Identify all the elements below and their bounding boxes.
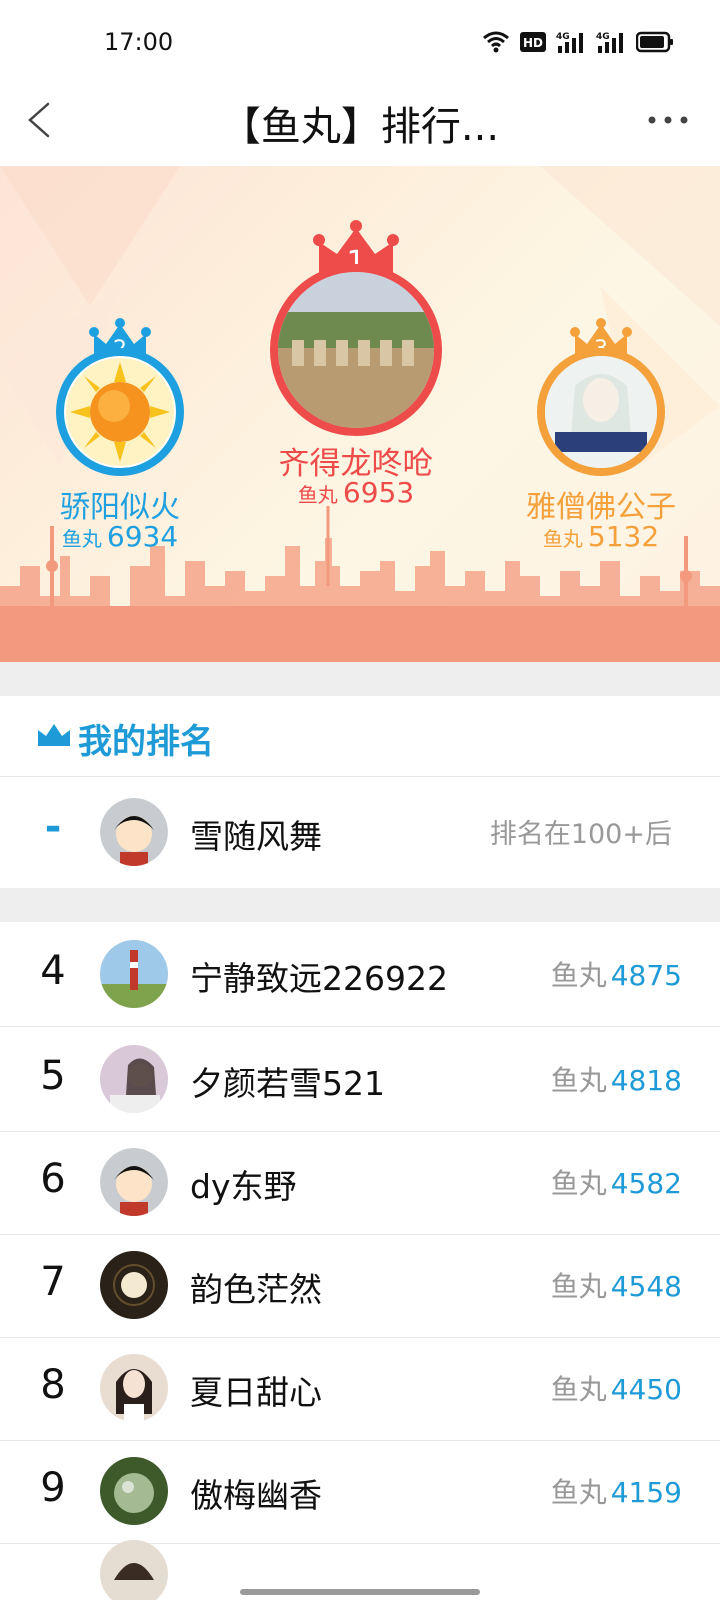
partial-avatar-image	[100, 1540, 168, 1600]
avatar[interactable]	[270, 264, 442, 436]
my-rank-row[interactable]: - 雪随风舞 排名在100+后	[0, 776, 720, 888]
sun-avatar-image	[66, 358, 174, 466]
score: 鱼丸 4159	[551, 1471, 682, 1511]
user-name: 夕颜若雪521	[190, 1064, 385, 1103]
score: 鱼丸 4582	[551, 1162, 682, 1202]
section-divider	[0, 662, 720, 696]
user-name: 雪随风舞	[190, 817, 322, 856]
svg-text:4G: 4G	[556, 32, 570, 42]
user-name: dy东野	[190, 1167, 297, 1206]
score-unit: 鱼丸	[542, 527, 583, 551]
rank-number: 5	[40, 1053, 66, 1099]
list-item[interactable]: 5 夕颜若雪521 鱼丸 4818	[0, 1027, 720, 1132]
score-value: 4548	[610, 1270, 682, 1303]
avatar[interactable]	[100, 1354, 168, 1422]
avatar[interactable]	[100, 940, 168, 1008]
score-value: 4159	[610, 1476, 682, 1509]
rank-number: -	[44, 804, 62, 850]
cartoon-avatar-image	[100, 798, 168, 866]
wifi-icon	[483, 31, 509, 53]
podium-rank-2[interactable]: 2 骄阳似火 鱼丸 6934	[48, 318, 192, 558]
more-button[interactable]	[640, 102, 696, 138]
hd-icon: HD	[520, 32, 546, 52]
rank-number: 4	[40, 948, 66, 994]
score-unit: 鱼丸	[297, 483, 338, 507]
score-value: 4450	[610, 1373, 682, 1406]
user-name: 韵色茫然	[190, 1270, 322, 1309]
my-rank-header: 我的排名	[0, 696, 720, 777]
avatar[interactable]	[100, 1148, 168, 1216]
avatar[interactable]	[100, 1457, 168, 1525]
score-value: 5132	[587, 520, 660, 553]
score-unit: 鱼丸	[550, 1270, 607, 1303]
page-title: 【鱼丸】排行...	[220, 104, 500, 150]
svg-text:4G: 4G	[596, 32, 610, 42]
user-name: 宁静致远226922	[190, 959, 448, 998]
avatar[interactable]	[537, 348, 665, 476]
svg-text:HD: HD	[523, 36, 543, 50]
battery-icon	[636, 31, 673, 53]
status-bar: 17:00 HD 4G 4G	[0, 0, 720, 90]
avatar[interactable]	[100, 1045, 168, 1113]
signal-4g-icon: 4G	[556, 32, 583, 53]
rank-number: 7	[40, 1259, 66, 1305]
status-time: 17:00	[104, 28, 174, 56]
list-item[interactable]: 6 dy东野 鱼丸 4582	[0, 1130, 720, 1235]
sketch-avatar-image	[545, 356, 657, 468]
home-indicator[interactable]	[240, 1589, 480, 1595]
score-unit: 鱼丸	[550, 1167, 607, 1200]
status-icons: HD 4G 4G	[482, 30, 674, 54]
more-icon	[648, 116, 688, 124]
score-unit: 鱼丸	[61, 527, 102, 551]
section-divider	[0, 888, 720, 922]
user-name: 夏日甜心	[190, 1373, 322, 1412]
score-value: 6953	[342, 476, 415, 509]
score-unit: 鱼丸	[550, 1373, 607, 1406]
score: 鱼丸 4875	[551, 954, 682, 994]
girl-avatar-image	[100, 1045, 168, 1113]
crown-icon	[38, 724, 70, 746]
rank-number: 6	[40, 1156, 66, 1202]
list-item[interactable]: 8 夏日甜心 鱼丸 4450	[0, 1336, 720, 1441]
avatar[interactable]	[100, 1540, 168, 1600]
list-item[interactable]: 9 傲梅幽香 鱼丸 4159	[0, 1439, 720, 1544]
score: 鱼丸 4548	[551, 1265, 682, 1305]
cartoon-avatar-image	[100, 1148, 168, 1216]
top-three-banner: 2 骄阳似火 鱼丸 6934 1	[0, 166, 720, 662]
user-name: 傲梅幽香	[190, 1476, 322, 1515]
winner-score: 鱼丸 5132	[506, 520, 696, 553]
moon-avatar-image	[100, 1251, 168, 1319]
avatar[interactable]	[100, 1251, 168, 1319]
score-value: 4875	[610, 959, 682, 992]
lighthouse-avatar-image	[100, 940, 168, 1008]
my-rank-title: 我的排名	[78, 722, 214, 762]
score-unit: 鱼丸	[550, 959, 607, 992]
score-value: 4582	[610, 1167, 682, 1200]
list-item[interactable]: 7 韵色茫然 鱼丸 4548	[0, 1233, 720, 1338]
avatar[interactable]	[56, 348, 184, 476]
rank-number: 9	[40, 1465, 66, 1511]
avatar[interactable]	[100, 798, 168, 866]
podium-rank-1[interactable]: 1 齐得龙咚呛 鱼丸 6953	[256, 220, 456, 510]
title-bar: 【鱼丸】排行...	[0, 80, 720, 166]
score: 鱼丸 4818	[551, 1059, 682, 1099]
glass-orb-avatar-image	[100, 1457, 168, 1525]
signal-4g-icon: 4G	[596, 32, 623, 53]
woman-avatar-image	[100, 1354, 168, 1422]
statues-avatar-image	[278, 272, 434, 428]
winner-score: 鱼丸 6934	[48, 520, 192, 553]
score: 鱼丸 4450	[551, 1368, 682, 1408]
score-unit: 鱼丸	[550, 1064, 607, 1097]
rank-number: 8	[40, 1362, 66, 1408]
rank-status: 排名在100+后	[489, 819, 672, 850]
podium-rank-3[interactable]: 3 雅僧佛公子 鱼丸 5132	[506, 318, 696, 558]
list-item[interactable]: 4 宁静致远226922 鱼丸 4875	[0, 922, 720, 1027]
score-value: 4818	[610, 1064, 682, 1097]
score-unit: 鱼丸	[550, 1476, 607, 1509]
winner-score: 鱼丸 6953	[256, 476, 456, 509]
score-value: 6934	[106, 520, 179, 553]
